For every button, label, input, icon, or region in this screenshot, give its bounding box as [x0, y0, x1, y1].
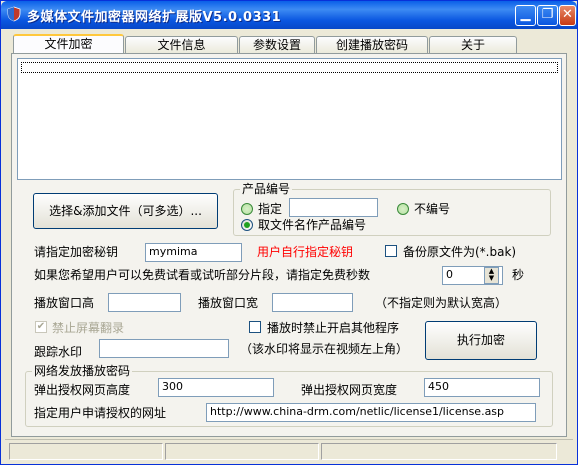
popup-width-input[interactable]: 450 — [424, 378, 540, 397]
window-width-input[interactable] — [272, 293, 353, 312]
product-number-input[interactable] — [289, 198, 378, 217]
tab-file-info[interactable]: 文件信息 — [125, 36, 238, 53]
disable-screen-record-label: 禁止屏幕翻录 — [52, 321, 125, 335]
list-focus-rect — [21, 62, 558, 73]
window-width-label: 播放窗口宽 — [198, 296, 259, 310]
tab-settings[interactable]: 参数设置 — [239, 36, 315, 53]
backup-checkbox[interactable] — [385, 245, 397, 257]
restore-icon: ❐ — [541, 7, 554, 22]
popup-height-input[interactable]: 300 — [158, 378, 274, 397]
window-size-hint: （不指定则为默认宽高） — [375, 296, 508, 310]
window-title: 多媒体文件加密器网络扩展版V5.0.0331 — [27, 10, 282, 25]
use-filename-radio[interactable] — [241, 219, 253, 231]
license-url-input[interactable]: http://www.china-drm.com/netlic/license1… — [206, 403, 536, 422]
window-height-input[interactable] — [108, 293, 181, 312]
specify-radio[interactable] — [241, 203, 253, 215]
watermark-hint: （该水印将显示在视频左上角） — [240, 342, 409, 356]
product-group-label: 产品编号 — [240, 182, 293, 196]
watermark-label: 跟踪水印 — [34, 345, 83, 359]
status-cell — [165, 443, 319, 460]
status-cell — [9, 443, 163, 460]
tab-label: 文件加密 — [44, 37, 93, 51]
key-label: 请指定加密秘钥 — [34, 245, 119, 259]
tab-label: 创建播放密码 — [335, 38, 408, 52]
close-button[interactable]: ✕ — [559, 5, 576, 26]
tab-label: 参数设置 — [252, 38, 301, 52]
disable-screen-record-checkbox[interactable]: ✔ — [35, 321, 47, 333]
watermark-input[interactable] — [99, 339, 229, 358]
tab-file-encrypt[interactable]: 文件加密 — [13, 34, 124, 54]
minimize-button[interactable]: ▁ — [515, 5, 536, 26]
tab-label: 文件信息 — [157, 38, 206, 52]
backup-label: 备份原文件为(*.bak) — [403, 245, 517, 259]
file-list[interactable] — [17, 58, 562, 180]
key-hint: 用户自行指定秘钥 — [257, 245, 354, 259]
trial-seconds-spinner[interactable]: ▲ ▼ — [484, 267, 499, 284]
url-label: 指定用户申请授权的网址 — [34, 406, 167, 420]
popup-height-label: 弹出授权网页高度 — [34, 383, 131, 397]
main-window: 多媒体文件加密器网络扩展版V5.0.0331 ▁ ❐ ✕ 文件加密 文件信息 参… — [0, 0, 578, 465]
restore-button[interactable]: ❐ — [537, 5, 558, 26]
popup-width-label: 弹出授权网页宽度 — [301, 383, 398, 397]
status-cell — [321, 443, 557, 460]
key-input[interactable]: mymima — [145, 243, 242, 262]
disable-other-programs-checkbox[interactable] — [249, 321, 261, 333]
use-filename-label: 取文件名作产品编号 — [258, 218, 367, 232]
specify-label: 指定 — [258, 202, 283, 216]
tab-create-play-password[interactable]: 创建播放密码 — [316, 36, 428, 53]
minimize-icon: ▁ — [520, 7, 531, 22]
execute-encrypt-button[interactable]: 执行加密 — [425, 321, 537, 360]
trial-label: 如果您希望用户可以免费试看或试听部分片段，请指定免费秒数 — [34, 268, 371, 282]
close-icon: ✕ — [562, 7, 573, 22]
status-bar — [5, 439, 573, 462]
add-files-button[interactable]: 选择&添加文件（可多选）... — [33, 193, 218, 229]
no-number-radio[interactable] — [397, 203, 409, 215]
app-shield-icon — [7, 6, 21, 22]
tab-label: 关于 — [460, 38, 485, 52]
network-group-label: 网络发放播放密码 — [32, 364, 133, 378]
trial-unit: 秒 — [512, 268, 525, 282]
disable-other-programs-label: 播放时禁止开启其他程序 — [267, 321, 400, 335]
title-bar[interactable]: 多媒体文件加密器网络扩展版V5.0.0331 ▁ ❐ ✕ — [1, 1, 577, 29]
tab-about[interactable]: 关于 — [429, 36, 517, 53]
no-number-label: 不编号 — [414, 202, 451, 216]
window-height-label: 播放窗口高 — [34, 296, 95, 310]
